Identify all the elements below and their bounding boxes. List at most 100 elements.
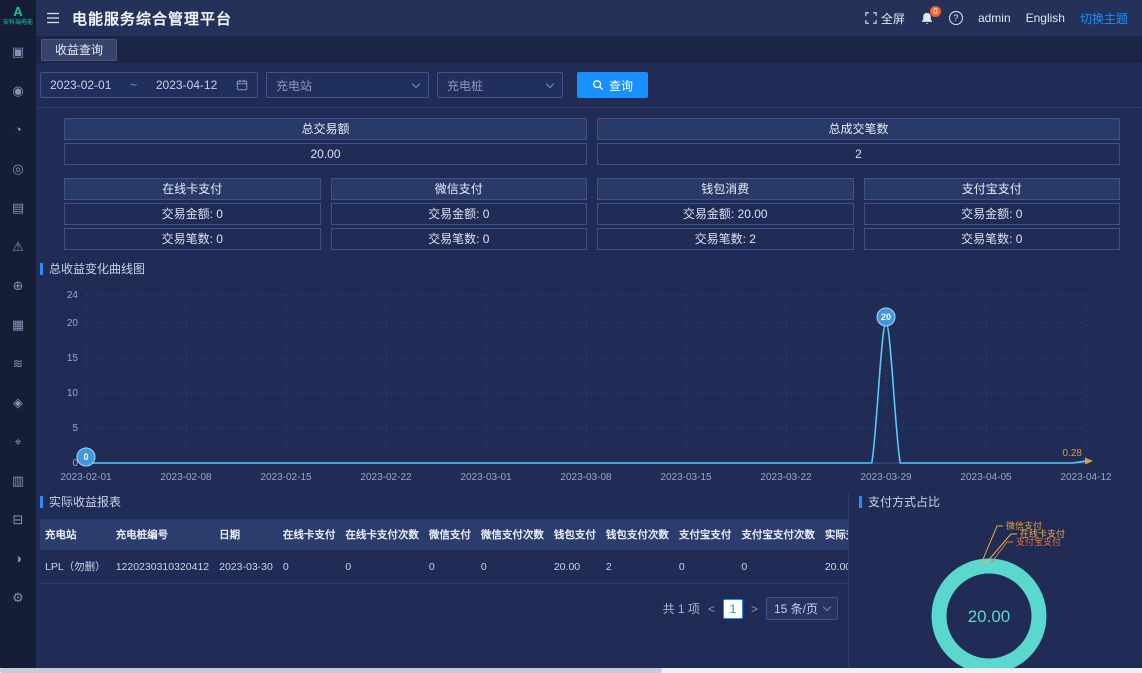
current-page-button[interactable]: 1 xyxy=(723,599,743,619)
table-cell: 2023-03-30 xyxy=(214,550,278,584)
method-title: 支付宝支付 xyxy=(864,178,1121,200)
section-title-bar xyxy=(40,263,43,275)
method-count: 交易笔数: 0 xyxy=(331,228,588,250)
method-amount: 交易金额: 20.00 xyxy=(597,203,854,225)
section-title-bar xyxy=(859,496,862,508)
station-select[interactable]: 充电站 xyxy=(266,72,429,98)
column-header: 微信支付次数 xyxy=(476,519,549,550)
sidebar-item-station[interactable]: ◈ xyxy=(7,395,29,411)
billing-icon: ⊕ xyxy=(13,278,24,293)
sidebar-item-storage[interactable]: ⊟ xyxy=(7,512,29,528)
sidebar: A 安科瑞电能 ▣ ◉ ◔ ◎ ▤ ⚠ ⊕ ▦ ≋ ◈ ⌖ ▥ ⊟ ◑ ⚙ xyxy=(0,0,36,673)
sidebar-item-settings[interactable]: ⚙ xyxy=(7,590,29,606)
table-cell: 2 xyxy=(601,550,674,584)
column-header: 充电站 xyxy=(40,519,111,550)
sidebar-item-navigation[interactable]: ⌖ xyxy=(7,434,29,450)
method-count: 交易笔数: 2 xyxy=(597,228,854,250)
sidebar-item-alarm[interactable]: ⚠ xyxy=(7,239,29,255)
svg-text:2023-03-29: 2023-03-29 xyxy=(860,472,912,483)
alarm-icon: ⚠ xyxy=(12,239,24,254)
column-header: 钱包支付次数 xyxy=(601,519,674,550)
customers-icon: ◎ xyxy=(12,161,23,176)
page-size-select[interactable]: 15 条/页 xyxy=(766,597,838,620)
column-header: 充电桩编号 xyxy=(111,519,214,550)
top-header: 电能服务综合管理平台 全屏 0 ? admin English 切换主题 xyxy=(36,0,1142,36)
sidebar-item-billing[interactable]: ⊕ xyxy=(7,278,29,294)
table-row: LPL（勿删） 1220230310320412 2023-03-30 0 0 … xyxy=(40,550,848,584)
app-root: A 安科瑞电能 ▣ ◉ ◔ ◎ ▤ ⚠ ⊕ ▦ ≋ ◈ ⌖ ▥ ⊟ ◑ ⚙ 电能… xyxy=(0,0,1142,673)
prev-page-button[interactable]: < xyxy=(708,602,715,616)
report-icon: ▤ xyxy=(12,200,24,215)
filter-divider xyxy=(36,107,1142,108)
method-card-wallet: 钱包消费 交易金额: 20.00 交易笔数: 2 xyxy=(597,178,854,250)
svg-text:20: 20 xyxy=(881,312,891,322)
sidebar-item-customers[interactable]: ◎ xyxy=(7,161,29,177)
operator-icon: ◉ xyxy=(12,83,23,98)
table-cell: LPL（勿删） xyxy=(40,550,111,584)
table-cell: 1220230310320412 xyxy=(111,550,214,584)
topology-icon: ≋ xyxy=(13,356,24,371)
sidebar-item-topology[interactable]: ≋ xyxy=(7,356,29,372)
report-panel: 实际收益报表 充电站 充电桩编号 日期 在线卡支付 在线卡支付次数 微信支付 xyxy=(40,493,848,673)
theme-switch-link[interactable]: 切换主题 xyxy=(1080,10,1128,27)
date-separator: ~ xyxy=(130,78,137,92)
table-cell: 20.00 xyxy=(820,550,848,584)
horizontal-scrollbar[interactable] xyxy=(0,668,1142,673)
svg-text:20.00: 20.00 xyxy=(968,607,1011,626)
column-header: 支付宝支付 xyxy=(674,519,737,550)
section-title-bar xyxy=(40,496,43,508)
scrollbar-thumb[interactable] xyxy=(0,668,662,673)
method-title: 微信支付 xyxy=(331,178,588,200)
logo: A 安科瑞电能 xyxy=(3,0,33,26)
fullscreen-button[interactable]: 全屏 xyxy=(865,10,905,27)
method-count: 交易笔数: 0 xyxy=(64,228,321,250)
account-icon: ◑ xyxy=(14,551,22,566)
svg-text:2023-03-22: 2023-03-22 xyxy=(760,472,812,483)
sidebar-item-package[interactable]: ▦ xyxy=(7,317,29,333)
next-page-button[interactable]: > xyxy=(751,602,758,616)
total-count-card: 总成交笔数 2 xyxy=(597,118,1120,165)
pile-select[interactable]: 充电桩 xyxy=(437,72,563,98)
sidebar-item-report[interactable]: ▤ xyxy=(7,200,29,216)
column-header: 支付宝支付次数 xyxy=(736,519,820,550)
notification-badge: 0 xyxy=(930,6,941,17)
svg-text:2023-03-01: 2023-03-01 xyxy=(460,472,512,483)
tab-revenue-query[interactable]: 收益查询 xyxy=(41,39,117,61)
table-cell: 20.00 xyxy=(549,550,601,584)
revenue-line-chart: 05101520242023-02-012023-02-082023-02-15… xyxy=(40,279,1120,491)
bottom-section: 实际收益报表 充电站 充电桩编号 日期 在线卡支付 在线卡支付次数 微信支付 xyxy=(40,493,1120,673)
sidebar-item-orders[interactable]: ▥ xyxy=(7,473,29,489)
station-icon: ◈ xyxy=(13,395,23,410)
column-header: 在线卡支付次数 xyxy=(340,519,424,550)
line-chart-section-title: 总收益变化曲线图 xyxy=(40,260,1120,277)
main-area: 电能服务综合管理平台 全屏 0 ? admin English 切换主题 收益查… xyxy=(36,0,1142,673)
header-actions: 全屏 0 ? admin English 切换主题 xyxy=(865,10,1128,27)
line-chart-title: 总收益变化曲线图 xyxy=(49,260,145,277)
sidebar-item-account[interactable]: ◑ xyxy=(7,551,29,567)
date-start-value: 2023-02-01 xyxy=(50,78,111,92)
user-menu[interactable]: admin xyxy=(978,11,1011,25)
navigation-icon: ⌖ xyxy=(14,434,21,449)
pile-select-placeholder: 充电桩 xyxy=(447,77,483,94)
method-count: 交易笔数: 0 xyxy=(864,228,1121,250)
help-button[interactable]: ? xyxy=(949,11,963,25)
chevron-down-icon xyxy=(546,79,554,87)
total-amount-label: 总交易额 xyxy=(64,118,587,140)
svg-text:支付宝支付: 支付宝支付 xyxy=(1016,536,1061,547)
date-range-input[interactable]: 2023-02-01 ~ 2023-04-12 xyxy=(40,72,258,98)
collapse-sidebar-icon[interactable] xyxy=(46,11,60,25)
table-cell: 0 xyxy=(340,550,424,584)
svg-text:2023-03-15: 2023-03-15 xyxy=(660,472,712,483)
pie-title: 支付方式占比 xyxy=(868,493,940,510)
sidebar-item-monitor[interactable]: ▣ xyxy=(7,44,29,60)
query-button[interactable]: 查询 xyxy=(577,72,648,98)
language-switch[interactable]: English xyxy=(1026,11,1065,25)
sidebar-item-history[interactable]: ◔ xyxy=(7,122,29,138)
report-section-title: 实际收益报表 xyxy=(40,493,838,510)
svg-text:5: 5 xyxy=(72,423,78,434)
sidebar-item-operator[interactable]: ◉ xyxy=(7,83,29,99)
methods-row: 在线卡支付 交易金额: 0 交易笔数: 0 微信支付 交易金额: 0 交易笔数:… xyxy=(64,178,1120,250)
svg-text:2023-04-05: 2023-04-05 xyxy=(960,472,1012,483)
total-count-label: 总成交笔数 xyxy=(597,118,1120,140)
notification-bell-button[interactable]: 0 xyxy=(920,11,934,26)
